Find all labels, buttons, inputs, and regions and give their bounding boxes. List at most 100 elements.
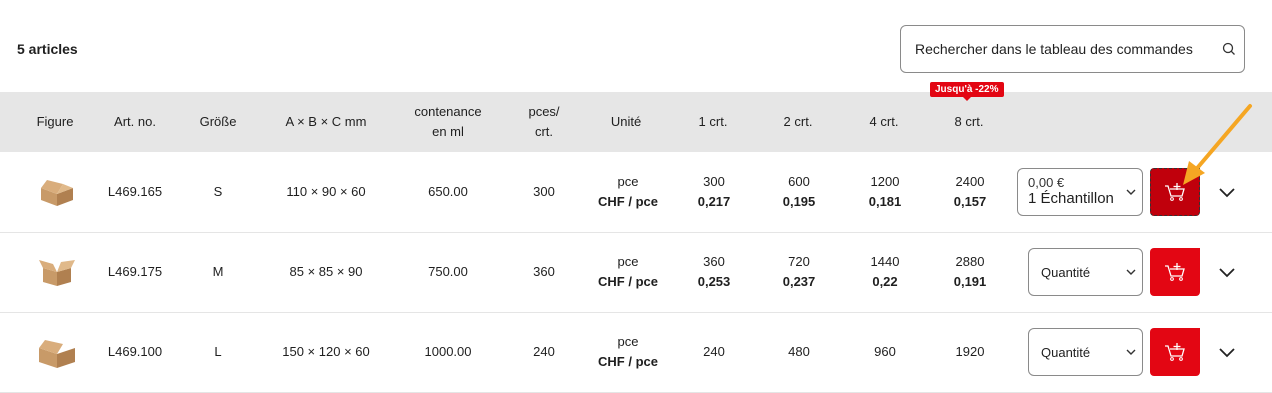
unit-bottom: CHF / pce: [598, 354, 658, 369]
tier-qty: 960: [874, 344, 896, 359]
chevron-down-icon: [1126, 189, 1136, 195]
select-value: 1 Échantillon: [1028, 190, 1114, 207]
pcs: 360: [533, 264, 555, 279]
tier-8: 2880 0,191: [954, 252, 987, 292]
tier-price: 0,157: [953, 194, 987, 209]
tier-qty: 2400: [955, 174, 985, 189]
add-to-cart-button[interactable]: [1150, 248, 1200, 296]
tier-4: 1200 0,181: [869, 172, 902, 212]
search-icon[interactable]: [1222, 42, 1236, 56]
tier-1: 300 0,217: [698, 172, 731, 212]
product-image: [39, 260, 75, 286]
header-pcs-line2: crt.: [534, 124, 554, 139]
header-capacity-line2: en ml: [432, 124, 464, 139]
expand-chevron-icon[interactable]: [1218, 266, 1236, 278]
tier-4: 1440 0,22: [871, 252, 900, 292]
header-8crt: 8 crt.: [954, 114, 984, 129]
table-header: Figure Art. no. Größe A × B × C mm conte…: [0, 92, 1272, 152]
select-value: Quantité: [1041, 344, 1091, 360]
tier-2: 720 0,237: [783, 252, 816, 292]
tier-8: 1920: [956, 342, 985, 362]
table-row: L469.100 L 150 × 120 × 60 1000.00 240 pc…: [0, 312, 1272, 393]
quantity-select[interactable]: 0,00 € 1 Échantillon: [1017, 168, 1143, 216]
pcs: 300: [533, 184, 555, 199]
header-pcs: pces/ crt.: [528, 102, 559, 142]
tier-price: 0,237: [782, 274, 816, 289]
discount-badge: Jusqu'à -22%: [930, 82, 1004, 101]
search-input[interactable]: Rechercher dans le tableau des commandes: [900, 25, 1245, 73]
capacity: 650.00: [428, 184, 468, 199]
header-1crt: 1 crt.: [698, 114, 728, 129]
unit: pce CHF / pce: [598, 332, 658, 372]
header-unit: Unité: [610, 114, 642, 129]
table-row: L469.165 S 110 × 90 × 60 650.00 300 pce …: [0, 152, 1272, 233]
tier-1: 360 0,253: [698, 252, 731, 292]
cart-plus-icon: [1165, 343, 1185, 361]
chevron-down-icon: [1126, 269, 1136, 275]
unit: pce CHF / pce: [598, 252, 658, 292]
header-2crt: 2 crt.: [783, 114, 813, 129]
tier-qty: 1200: [870, 174, 900, 189]
article-count: 5 articles: [17, 41, 78, 57]
tier-qty: 300: [703, 174, 725, 189]
size: S: [213, 184, 223, 199]
search-placeholder: Rechercher dans le tableau des commandes: [915, 41, 1193, 57]
quantity-select[interactable]: Quantité: [1028, 248, 1143, 296]
unit-bottom: CHF / pce: [598, 194, 658, 209]
pcs: 240: [533, 344, 555, 359]
unit-top: pce: [617, 174, 639, 189]
header-capacity-line1: contenance: [414, 104, 482, 119]
header-capacity: contenance en ml: [414, 102, 481, 142]
product-image: [39, 340, 75, 368]
art-no: L469.175: [107, 264, 163, 279]
capacity: 750.00: [428, 264, 468, 279]
tier-price: 0,191: [953, 274, 987, 289]
art-no: L469.100: [107, 344, 163, 359]
capacity: 1000.00: [424, 344, 472, 359]
select-value: Quantité: [1041, 264, 1091, 280]
add-to-cart-button[interactable]: [1150, 328, 1200, 376]
unit-bottom: CHF / pce: [598, 274, 658, 289]
header-art-no: Art. no.: [114, 114, 156, 129]
unit-top: pce: [617, 334, 639, 349]
tier-qty: 360: [703, 254, 725, 269]
size: L: [214, 344, 222, 359]
chevron-down-icon: [1126, 349, 1136, 355]
select-price: 0,00 €: [1028, 175, 1065, 190]
tier-qty: 720: [788, 254, 810, 269]
tier-4: 960: [874, 342, 896, 362]
table-row: L469.175 M 85 × 85 × 90 750.00 360 pce C…: [0, 232, 1272, 313]
tier-2: 600 0,195: [783, 172, 816, 212]
tier-qty: 480: [788, 344, 810, 359]
tier-qty: 1440: [870, 254, 900, 269]
dims: 85 × 85 × 90: [289, 264, 363, 279]
tier-qty: 600: [788, 174, 810, 189]
unit: pce CHF / pce: [598, 172, 658, 212]
header-pcs-line1: pces/: [528, 104, 560, 119]
art-no: L469.165: [107, 184, 163, 199]
size: M: [212, 264, 224, 279]
tier-price: 0,253: [697, 274, 731, 289]
cart-plus-icon: [1165, 263, 1185, 281]
dims: 150 × 120 × 60: [282, 344, 370, 359]
tier-price: 0,22: [872, 274, 898, 289]
tier-8: 2400 0,157: [954, 172, 987, 212]
tier-2: 480: [788, 342, 810, 362]
tier-qty: 240: [703, 344, 725, 359]
annotation-arrow-icon: [1183, 104, 1252, 185]
tier-qty: 1920: [955, 344, 985, 359]
expand-chevron-icon[interactable]: [1218, 346, 1236, 358]
header-4crt: 4 crt.: [869, 114, 899, 129]
header-dims: A × B × C mm: [285, 114, 367, 129]
tier-1: 240: [703, 342, 725, 362]
product-image: [41, 180, 73, 206]
tier-price: 0,181: [868, 194, 902, 209]
quantity-select[interactable]: Quantité: [1028, 328, 1143, 376]
dims: 110 × 90 × 60: [286, 184, 366, 199]
unit-top: pce: [617, 254, 639, 269]
tier-price: 0,195: [782, 194, 816, 209]
tier-price: 0,217: [697, 194, 731, 209]
header-size: Größe: [199, 114, 237, 129]
tier-qty: 2880: [955, 254, 985, 269]
header-figure: Figure: [36, 114, 74, 129]
